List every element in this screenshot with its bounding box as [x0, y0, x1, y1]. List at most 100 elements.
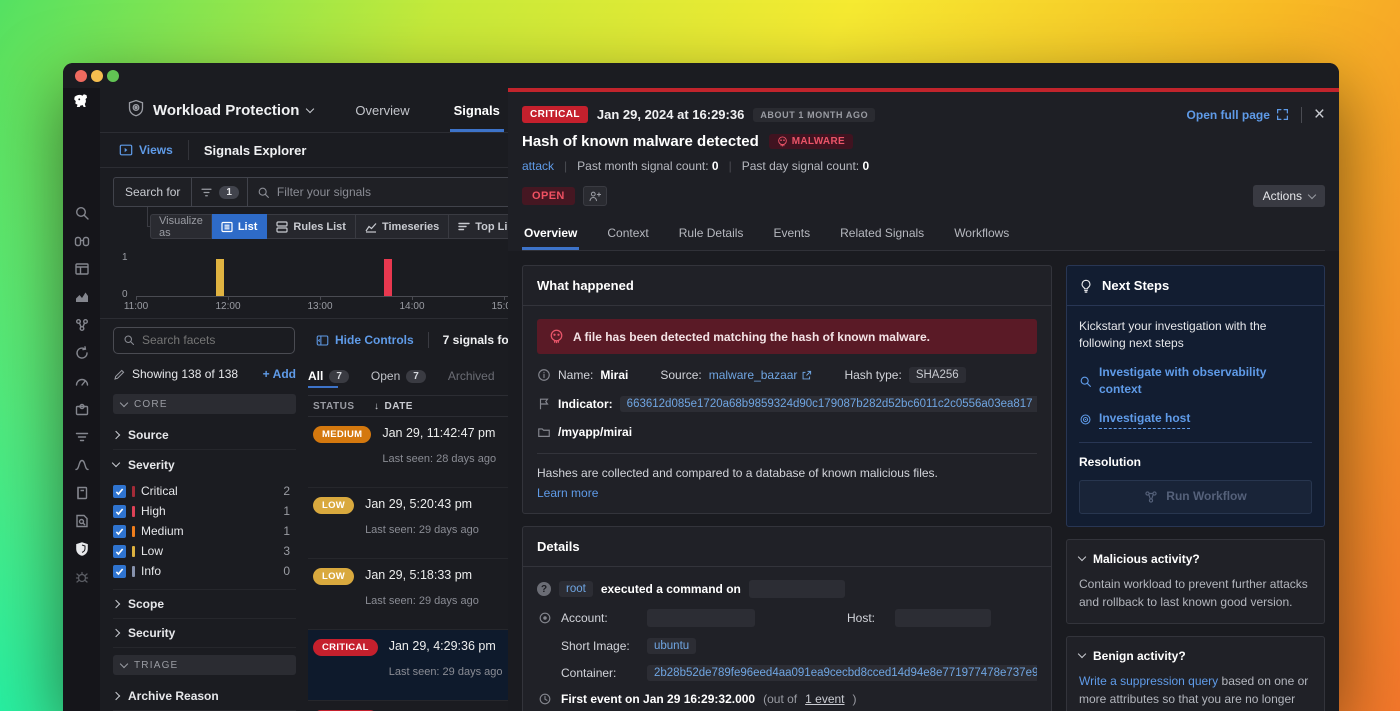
- hide-controls-button[interactable]: Hide Controls: [316, 333, 414, 347]
- tab-overview[interactable]: Overview: [355, 88, 409, 132]
- monitors-icon[interactable]: [74, 373, 90, 389]
- severity-facet-row[interactable]: Info 0: [113, 561, 296, 581]
- learn-more-link[interactable]: Learn more: [537, 486, 598, 500]
- facet-archive-reason[interactable]: Archive Reason: [113, 682, 296, 711]
- product-switcher[interactable]: Workload Protection: [127, 88, 313, 132]
- detail-tab[interactable]: Events: [771, 220, 812, 250]
- malicious-activity-toggle[interactable]: Malicious activity?: [1079, 552, 1312, 566]
- malware-source-link[interactable]: malware_bazaar: [709, 368, 813, 382]
- run-workflow-button[interactable]: Run Workflow: [1079, 480, 1312, 513]
- actor-chip[interactable]: root: [559, 581, 593, 597]
- signal-row[interactable]: CRITICAL Jan 29, 4:00:24 pm: [308, 701, 508, 711]
- actions-button[interactable]: Actions: [1253, 185, 1325, 207]
- signal-row[interactable]: LOW Jan 29, 5:18:33 pm Last seen: 29 day…: [308, 559, 508, 630]
- status-badge: LOW: [313, 568, 354, 585]
- viz-timeseries-button[interactable]: Timeseries: [356, 214, 449, 239]
- facet-severity[interactable]: Severity: [113, 450, 296, 479]
- hash-type-chip[interactable]: SHA256: [909, 367, 966, 383]
- column-header-status[interactable]: STATUS: [308, 401, 374, 412]
- apm-icon[interactable]: [74, 345, 90, 361]
- column-header-date[interactable]: ↓DATE: [374, 401, 413, 412]
- integrations-icon[interactable]: [74, 401, 90, 417]
- open-full-page-link[interactable]: Open full page: [1187, 108, 1289, 122]
- signal-row[interactable]: MEDIUM Jan 29, 11:42:47 pm Last seen: 28…: [308, 417, 508, 488]
- tab-signals[interactable]: Signals: [454, 88, 500, 132]
- redacted-host-chip[interactable]: [895, 609, 991, 627]
- hash-type-label: Hash type:: [844, 368, 901, 382]
- x-tick-label: 12:00: [210, 301, 246, 312]
- checkbox-checked[interactable]: [113, 505, 126, 518]
- severity-facet-row[interactable]: Critical 2: [113, 481, 296, 501]
- search-icon[interactable]: [74, 205, 90, 221]
- signal-date: Jan 29, 5:20:43 pm: [365, 497, 479, 511]
- signals-tab-open[interactable]: Open7: [371, 369, 426, 383]
- assign-user-button[interactable]: [583, 186, 607, 206]
- attack-tag-link[interactable]: attack: [522, 159, 554, 173]
- checkbox-checked[interactable]: [113, 485, 126, 498]
- minimize-window-button[interactable]: [91, 70, 103, 82]
- detail-tab[interactable]: Related Signals: [838, 220, 926, 250]
- service-map-icon[interactable]: [74, 457, 90, 473]
- divider: [188, 140, 189, 160]
- benign-activity-toggle[interactable]: Benign activity?: [1079, 649, 1312, 663]
- signals-tab-archived[interactable]: Archived: [448, 369, 495, 383]
- zoom-window-button[interactable]: [107, 70, 119, 82]
- facet-group-triage[interactable]: TRIAGE: [113, 655, 296, 675]
- notebooks-icon[interactable]: [74, 485, 90, 501]
- facet-security[interactable]: Security: [113, 619, 296, 648]
- checkbox-checked[interactable]: [113, 565, 126, 578]
- investigate-host-link[interactable]: Investigate host: [1079, 410, 1312, 429]
- signal-row[interactable]: CRITICAL Jan 29, 4:29:36 pm Last seen: 2…: [308, 630, 508, 701]
- event-count-link[interactable]: 1 event: [805, 692, 844, 706]
- audit-trail-icon[interactable]: [74, 513, 90, 529]
- detail-tab[interactable]: Context: [605, 220, 650, 250]
- close-window-button[interactable]: [75, 70, 87, 82]
- severity-facet-row[interactable]: Medium 1: [113, 521, 296, 541]
- debug-icon[interactable]: [74, 569, 90, 585]
- dashboards-icon[interactable]: [74, 261, 90, 277]
- views-button[interactable]: Views: [119, 143, 173, 157]
- filter-toggle[interactable]: 1: [192, 177, 248, 207]
- y-axis-label: 0: [122, 289, 128, 300]
- checkbox-checked[interactable]: [113, 525, 126, 538]
- detail-tab[interactable]: Overview: [522, 220, 579, 250]
- chart-bar-low[interactable]: [216, 259, 224, 296]
- detail-tab[interactable]: Rule Details: [677, 220, 746, 250]
- facet-label: Critical: [141, 484, 178, 498]
- severity-facet-row[interactable]: Low 3: [113, 541, 296, 561]
- chart-bar-high[interactable]: [384, 259, 392, 296]
- signal-row[interactable]: LOW Jan 29, 5:20:43 pm Last seen: 29 day…: [308, 488, 508, 559]
- metrics-icon[interactable]: [74, 289, 90, 305]
- redacted-account-chip[interactable]: [647, 609, 755, 627]
- security-icon[interactable]: [74, 541, 90, 557]
- search-for-button[interactable]: Search for: [113, 177, 192, 207]
- short-image-chip[interactable]: ubuntu: [647, 638, 696, 654]
- close-panel-button[interactable]: ×: [1314, 105, 1325, 124]
- signals-tab-all[interactable]: All7: [308, 369, 349, 383]
- card-title: What happened: [523, 266, 1051, 306]
- investigate-observability-link[interactable]: Investigate with observability context: [1079, 364, 1312, 399]
- facet-search-input[interactable]: [142, 333, 285, 347]
- pencil-icon: [113, 368, 126, 381]
- facet-panel: Showing 138 of 138 +Add CORE Source Seve…: [113, 361, 296, 711]
- watchdog-icon[interactable]: [74, 233, 90, 249]
- facet-scope[interactable]: Scope: [113, 590, 296, 619]
- detail-tab[interactable]: Workflows: [952, 220, 1011, 250]
- checkbox-checked[interactable]: [113, 545, 126, 558]
- signals-timeline-chart[interactable]: 1 0 11:00 12:00 13:00 14:00 15:00: [113, 246, 513, 312]
- window-titlebar: [63, 63, 1339, 88]
- file-path: /myapp/mirai: [558, 425, 632, 439]
- facet-group-core[interactable]: CORE: [113, 394, 296, 414]
- suppression-query-link[interactable]: Write a suppression query: [1079, 674, 1218, 688]
- add-facet-button[interactable]: +Add: [263, 367, 296, 381]
- facet-source[interactable]: Source: [113, 421, 296, 450]
- severity-facet-row[interactable]: High 1: [113, 501, 296, 521]
- container-id-chip[interactable]: 2b28b52de789fe96eed4aa091ea9cecbd8cced14…: [647, 665, 1037, 681]
- search-icon: [123, 334, 135, 346]
- viz-rules-list-button[interactable]: Rules List: [267, 214, 356, 239]
- logs-icon[interactable]: [74, 429, 90, 445]
- redacted-target-chip[interactable]: [749, 580, 845, 598]
- infrastructure-icon[interactable]: [74, 317, 90, 333]
- indicator-hash-chip[interactable]: 663612d085e1720a68b9859324d90c179087b282…: [620, 396, 1037, 412]
- viz-list-button[interactable]: List: [212, 214, 268, 239]
